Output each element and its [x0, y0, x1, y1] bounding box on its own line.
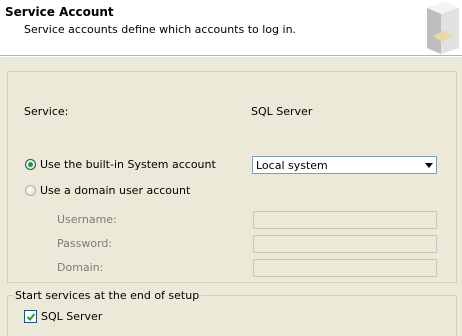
chevron-down-icon[interactable] — [425, 163, 433, 168]
domain-field[interactable] — [253, 259, 437, 277]
sql-server-checkbox-label[interactable]: SQL Server — [41, 310, 102, 323]
username-label: Username: — [57, 213, 117, 226]
username-input[interactable] — [254, 212, 436, 228]
system-account-select-value: Local system — [256, 159, 328, 172]
password-label: Password: — [57, 237, 113, 250]
start-services-group-title: Start services at the end of setup — [13, 289, 202, 302]
service-value: SQL Server — [251, 105, 313, 118]
domain-input[interactable] — [254, 260, 436, 276]
builtin-account-radio[interactable] — [25, 159, 36, 170]
domain-account-label[interactable]: Use a domain user account — [40, 184, 190, 197]
wizard-header: Service Account Service accounts define … — [0, 0, 462, 56]
service-label: Service: — [24, 105, 69, 118]
username-field[interactable] — [253, 211, 437, 229]
password-field[interactable] — [253, 235, 437, 253]
system-account-select[interactable]: Local system — [252, 156, 437, 174]
sql-server-checkbox[interactable] — [24, 310, 37, 323]
checkmark-icon — [26, 313, 36, 321]
password-input[interactable] — [254, 236, 436, 252]
domain-account-radio[interactable] — [25, 185, 36, 196]
domain-label: Domain: — [57, 261, 104, 274]
builtin-account-label[interactable]: Use the built-in System account — [40, 158, 216, 171]
page-subtitle: Service accounts define which accounts t… — [24, 23, 297, 36]
page-title: Service Account — [5, 5, 114, 19]
server-icon — [419, 0, 462, 55]
